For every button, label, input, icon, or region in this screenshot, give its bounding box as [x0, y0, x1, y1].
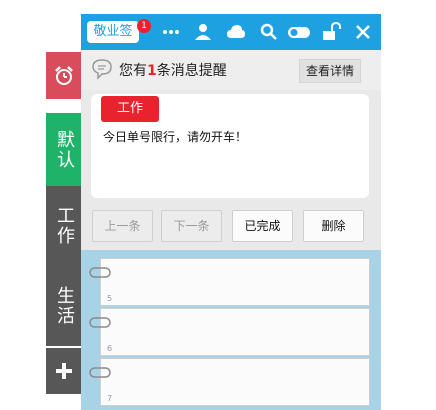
note-number: 6 — [107, 344, 113, 353]
note-item[interactable]: 5 — [100, 258, 370, 306]
tab-add[interactable] — [46, 348, 82, 394]
message-tag: 工作 — [101, 96, 159, 122]
main-panel: 敬业签 1 您有1条消息提醒 查看详情 工作 今日单号限行，请勿开车！ 上一条 … — [81, 14, 381, 410]
plus-icon — [56, 363, 72, 379]
toggle-icon[interactable] — [287, 22, 311, 42]
note-number: 7 — [107, 394, 113, 403]
note-item[interactable]: 7 — [100, 358, 370, 406]
paper-clip-icon — [89, 317, 111, 328]
tab-life-label: 生活 — [54, 286, 75, 326]
tab-default-label: 默认 — [54, 129, 75, 170]
cloud-icon[interactable] — [226, 22, 246, 42]
paper-clip-icon — [89, 367, 111, 378]
search-icon[interactable] — [259, 22, 279, 42]
user-icon[interactable] — [193, 22, 213, 42]
tab-alarm[interactable] — [46, 52, 82, 99]
delete-button[interactable]: 删除 — [303, 210, 364, 242]
next-button[interactable]: 下一条 — [161, 210, 222, 242]
message-card: 工作 今日单号限行，请勿开车！ — [91, 94, 369, 198]
note-number: 5 — [107, 294, 113, 303]
tab-default[interactable]: 默认 — [46, 113, 82, 186]
notice-text: 您有1条消息提醒 — [119, 60, 227, 80]
close-icon[interactable] — [353, 22, 373, 42]
note-item[interactable]: 6 — [100, 308, 370, 356]
notice-count: 1 — [147, 63, 157, 79]
notes-list: 5 6 7 — [81, 250, 381, 410]
tab-work[interactable]: 工作 — [46, 186, 82, 266]
message-text: 今日单号限行，请勿开车！ — [103, 130, 248, 144]
alarm-clock-icon — [55, 65, 73, 85]
top-toolbar: 敬业签 1 — [81, 14, 381, 50]
app-logo[interactable]: 敬业签 — [87, 21, 139, 43]
notice-prefix: 您有 — [119, 63, 147, 79]
speech-bubble-icon — [92, 59, 112, 80]
tab-life[interactable]: 生活 — [46, 266, 82, 346]
complete-button[interactable]: 已完成 — [232, 210, 293, 242]
more-icon[interactable] — [161, 22, 181, 42]
paper-clip-icon — [89, 267, 111, 278]
unlock-icon[interactable] — [321, 22, 341, 42]
app-logo-text: 敬业签 — [93, 24, 133, 39]
view-details-button[interactable]: 查看详情 — [299, 59, 361, 83]
notice-suffix: 条消息提醒 — [156, 63, 227, 79]
notification-badge: 1 — [137, 19, 151, 33]
previous-button[interactable]: 上一条 — [92, 210, 153, 242]
tab-work-label: 工作 — [54, 206, 75, 246]
